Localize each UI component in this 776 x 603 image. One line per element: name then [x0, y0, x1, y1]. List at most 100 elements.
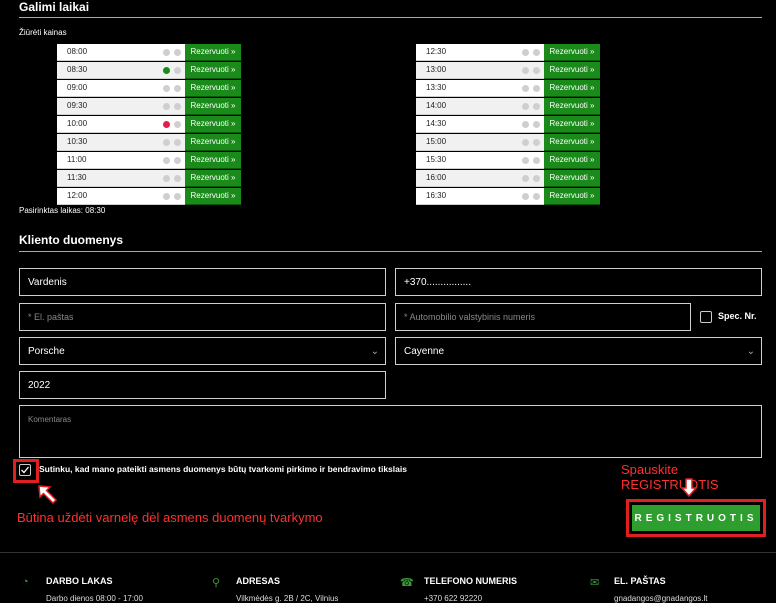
reserve-button[interactable]: Rezervuoti »	[544, 133, 600, 151]
make-select-value: Porsche	[28, 345, 65, 357]
status-dot-icon	[174, 84, 181, 92]
reserve-button[interactable]: Rezervuoti »	[544, 187, 600, 205]
year-field[interactable]: 2022	[19, 371, 386, 399]
spec-nr-checkbox[interactable]	[700, 311, 712, 323]
time-slot-cell: 10:30	[57, 133, 185, 151]
slot-status-dots	[522, 102, 540, 110]
status-dot-icon	[533, 174, 540, 182]
time-slots-left: 08:00 Rezervuoti » 08:30 Rezervuoti » 09:00 R…	[57, 43, 241, 205]
status-dot-icon	[522, 120, 529, 128]
slot-status-dots	[522, 156, 540, 164]
model-select[interactable]: Cayenne ⌄	[395, 337, 762, 365]
status-dot-icon	[163, 84, 170, 92]
slot-status-dots	[163, 66, 181, 74]
reserve-button[interactable]: Rezervuoti »	[185, 115, 241, 133]
click-register-note: Spauskite REGISTRUOTIS	[621, 462, 719, 492]
spec-nr-label: Spec. Nr.	[718, 311, 757, 321]
footer-item: ◔ DARBO LAKAS Darbo dienos 08:00 - 17:00	[22, 576, 143, 603]
status-dot-icon	[163, 66, 170, 74]
reserve-button[interactable]: Rezervuoti »	[544, 79, 600, 97]
time-slot-cell: 14:30	[416, 115, 544, 133]
footer-subtitle: gnadangos@gnadangos.lt	[614, 594, 708, 603]
email-field[interactable]: * El. paštas	[19, 303, 386, 331]
status-dot-icon	[533, 120, 540, 128]
view-prices-link[interactable]: Žiūrėti kainas	[19, 28, 67, 37]
time-slot-time: 08:30	[67, 65, 88, 74]
client-section-title: Kliento duomenys	[19, 233, 124, 247]
status-dot-icon	[522, 174, 529, 182]
reserve-button[interactable]: Rezervuoti »	[185, 61, 241, 79]
time-slot-cell: 12:00	[57, 187, 185, 205]
time-slot-time: 15:00	[426, 137, 447, 146]
footer-title: EL. PAŠTAS	[614, 576, 666, 586]
reserve-button[interactable]: Rezervuoti »	[185, 43, 241, 61]
reserve-button[interactable]: Rezervuoti »	[544, 43, 600, 61]
time-slot-cell: 13:30	[416, 79, 544, 97]
time-slot-row: 15:00 Rezervuoti »	[416, 133, 600, 151]
time-slot-time: 12:30	[426, 47, 447, 56]
status-dot-icon	[174, 156, 181, 164]
time-slot-row: 11:30 Rezervuoti »	[57, 169, 241, 187]
reserve-button[interactable]: Rezervuoti »	[185, 97, 241, 115]
time-slot-row: 14:00 Rezervuoti »	[416, 97, 600, 115]
status-dot-icon	[533, 138, 540, 146]
time-slot-cell: 09:30	[57, 97, 185, 115]
reserve-button[interactable]: Rezervuoti »	[185, 133, 241, 151]
time-slot-row: 16:00 Rezervuoti »	[416, 169, 600, 187]
slot-status-dots	[522, 174, 540, 182]
name-field[interactable]: Vardenis	[19, 268, 386, 296]
time-slot-row: 11:00 Rezervuoti »	[57, 151, 241, 169]
phone-field[interactable]: +370................	[395, 268, 762, 296]
time-slot-cell: 08:30	[57, 61, 185, 79]
phone-icon: ☎	[400, 577, 414, 589]
status-dot-icon	[522, 192, 529, 200]
time-slot-time: 11:00	[67, 155, 87, 164]
reserve-button[interactable]: Rezervuoti »	[544, 61, 600, 79]
status-dot-icon	[174, 102, 181, 110]
time-slot-row: 09:00 Rezervuoti »	[57, 79, 241, 97]
reserve-button[interactable]: Rezervuoti »	[185, 169, 241, 187]
reserve-button[interactable]: Rezervuoti »	[544, 115, 600, 133]
status-dot-icon	[522, 102, 529, 110]
consent-required-note: Būtina uždėti varnelę dėl asmens duomenų…	[17, 510, 323, 525]
client-divider	[19, 251, 762, 252]
map-pin-icon: ⚲	[212, 577, 221, 589]
footer-subtitle: Vilkmėdės g. 2B / 2C, Vilnius	[236, 594, 339, 603]
footer-item: ✉ EL. PAŠTAS gnadangos@gnadangos.lt	[590, 576, 708, 603]
reserve-button[interactable]: Rezervuoti »	[185, 79, 241, 97]
status-dot-icon	[533, 66, 540, 74]
reserve-button[interactable]: Rezervuoti »	[544, 97, 600, 115]
footer-text: TELEFONO NUMERIS +370 622 92220	[424, 576, 517, 603]
arrow-down-icon	[680, 478, 698, 498]
time-slot-time: 16:30	[426, 191, 447, 200]
time-slot-row: 08:30 Rezervuoti »	[57, 61, 241, 79]
reserve-button[interactable]: Rezervuoti »	[185, 187, 241, 205]
status-dot-icon	[174, 138, 181, 146]
reserve-button[interactable]: Rezervuoti »	[185, 151, 241, 169]
make-select[interactable]: Porsche ⌄	[19, 337, 386, 365]
slot-status-dots	[522, 66, 540, 74]
selected-time-text: Pasirinktas laikas: 08:30	[19, 206, 106, 215]
time-slot-cell: 12:30	[416, 43, 544, 61]
footer-item: ⚲ ADRESAS Vilkmėdės g. 2B / 2C, Vilnius	[212, 576, 338, 603]
time-slot-time: 09:30	[67, 101, 88, 110]
status-dot-icon	[522, 48, 529, 56]
register-button[interactable]: REGISTRUOTIS	[632, 505, 760, 531]
status-dot-icon	[163, 156, 170, 164]
time-slot-time: 08:00	[67, 47, 88, 56]
consent-checkbox[interactable]	[19, 464, 31, 476]
plate-field[interactable]: * Automobilio valstybinis numeris	[395, 303, 691, 331]
time-slot-cell: 14:00	[416, 97, 544, 115]
status-dot-icon	[533, 48, 540, 56]
time-slots-right: 12:30 Rezervuoti » 13:00 Rezervuoti » 13:30 R…	[416, 43, 600, 205]
reserve-button[interactable]: Rezervuoti »	[544, 151, 600, 169]
status-dot-icon	[163, 120, 170, 128]
footer-subtitle: +370 622 92220	[424, 594, 483, 603]
status-dot-icon	[174, 192, 181, 200]
comment-field[interactable]: Komentaras	[19, 405, 762, 458]
status-dot-icon	[522, 156, 529, 164]
reserve-button[interactable]: Rezervuoti »	[544, 169, 600, 187]
status-dot-icon	[174, 48, 181, 56]
time-slot-time: 10:30	[67, 137, 88, 146]
time-slot-row: 15:30 Rezervuoti »	[416, 151, 600, 169]
